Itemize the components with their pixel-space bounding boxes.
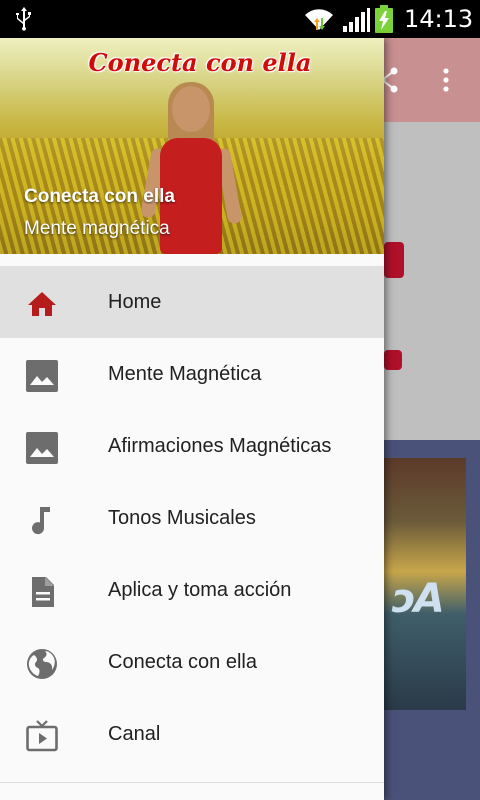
menu-item-label: Mente Magnética: [108, 363, 262, 385]
wifi-icon: [305, 9, 333, 31]
background-thumbnail[interactable]: ɔA: [384, 458, 466, 710]
menu-item-mente-magnetica[interactable]: Mente Magnética: [0, 338, 384, 410]
document-icon: [32, 577, 54, 607]
battery-charging-icon: [375, 5, 393, 33]
status-bar: 14:13: [0, 0, 480, 38]
drawer-header-title: Conecta con ella: [24, 186, 175, 207]
menu-item-tonos-musicales[interactable]: Tonos Musicales: [0, 482, 384, 554]
image-icon: [26, 432, 58, 464]
more-vert-icon[interactable]: [434, 66, 458, 94]
menu-item-afirmaciones-magneticas[interactable]: Afirmaciones Magnéticas: [0, 410, 384, 482]
menu-item-label: Conecta con ella: [108, 651, 257, 673]
status-time: 14:13: [404, 5, 474, 33]
navigation-drawer: Conecta con ella Conecta con ella Mente …: [0, 38, 384, 800]
menu-item-home[interactable]: Home: [0, 266, 384, 338]
image-icon: [26, 360, 58, 392]
header-logo: Conecta con ella: [88, 48, 312, 77]
tv-icon: [26, 720, 58, 752]
menu-divider: [0, 782, 384, 783]
globe-icon: [27, 649, 57, 679]
banner-graphic: [384, 242, 404, 278]
menu-item-canal[interactable]: Canal: [0, 698, 384, 770]
banner-graphic: [384, 350, 402, 370]
usb-icon: [16, 7, 31, 31]
menu-item-aplica-y-toma-accion[interactable]: Aplica y toma acción: [0, 554, 384, 626]
drawer-header-subtitle: Mente magnética: [24, 218, 170, 239]
music-note-icon: [32, 507, 50, 535]
menu-item-label: Tonos Musicales: [108, 507, 256, 529]
thumbnail-graphic: ɔA: [392, 576, 445, 622]
menu-item-label: Afirmaciones Magnéticas: [108, 435, 332, 457]
menu-item-label: Canal: [108, 723, 161, 745]
drawer-menu: Home Mente Magnética Afirmaciones Magnét…: [0, 266, 384, 770]
menu-item-conecta-con-ella[interactable]: Conecta con ella: [0, 626, 384, 698]
signal-icon: [343, 8, 370, 32]
drawer-header: Conecta con ella Conecta con ella Mente …: [0, 38, 384, 254]
home-icon: [28, 292, 56, 316]
header-image-figure: [172, 86, 210, 132]
menu-item-label: Home: [108, 291, 162, 313]
menu-item-label: Aplica y toma acción: [108, 579, 292, 601]
